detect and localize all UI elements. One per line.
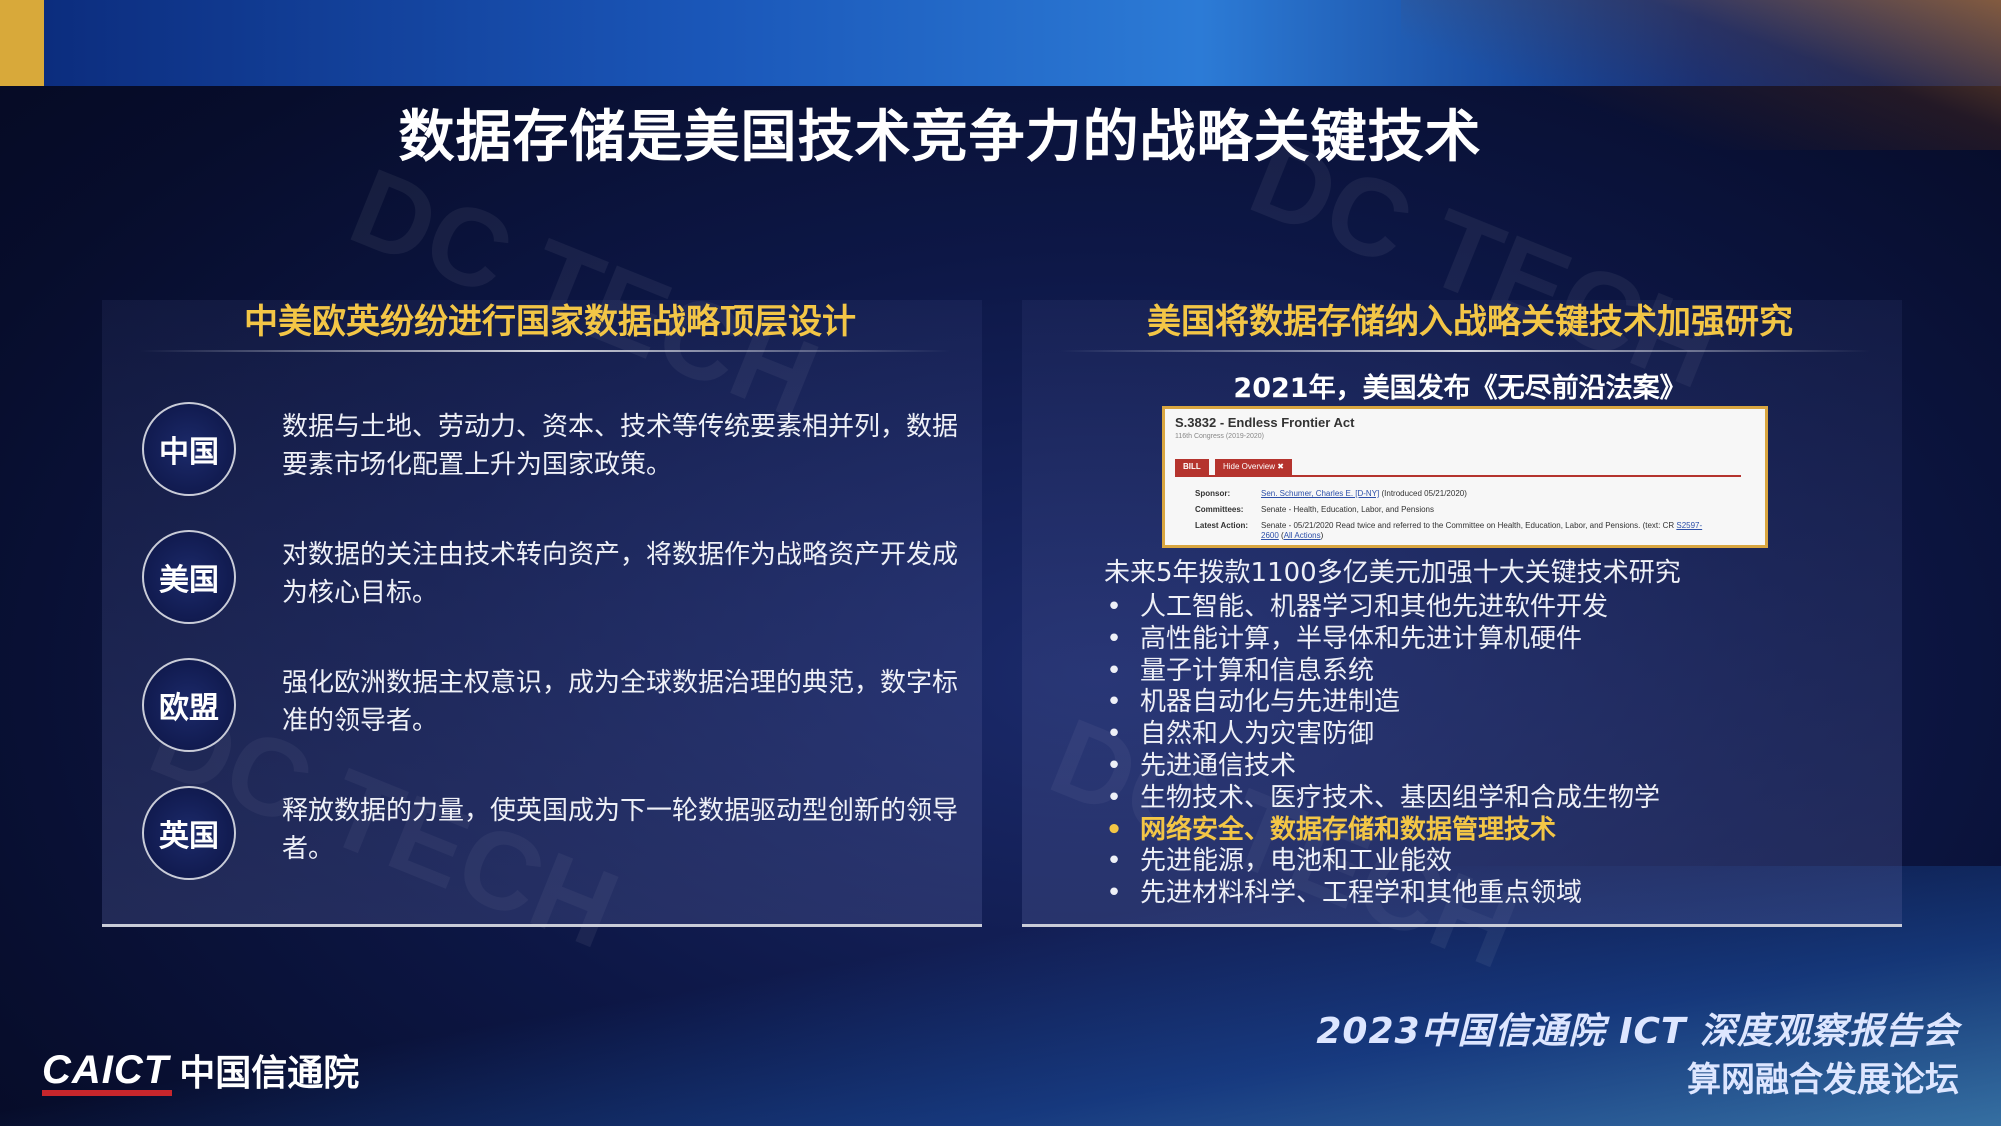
list-item: • 高性能计算，半导体和先进计算机硬件 <box>1104 624 1864 656</box>
event-subtitle: 算网融合发展论坛 <box>1687 1060 1959 1100</box>
bill-sponsor-link[interactable]: Sen. Schumer, Charles E. [D-NY] <box>1261 489 1379 498</box>
bill-title: S.3832 - Endless Frontier Act <box>1175 415 1355 430</box>
bill-sponsor-row: Sponsor: Sen. Schumer, Charles E. [D-NY] … <box>1195 489 1467 498</box>
bill-committees-row: Committees: Senate - Health, Education, L… <box>1195 505 1434 514</box>
logo-cn-text: 中国信通院 <box>179 1053 360 1094</box>
list-item: • 自然和人为灾害防御 <box>1104 719 1864 751</box>
list-item-text: 自然和人为灾害防御 <box>1140 719 1375 750</box>
list-item: • 量子计算和信息系统 <box>1104 656 1864 688</box>
bill-action-label: Latest Action: <box>1195 521 1249 530</box>
list-item: • 机器自动化与先进制造 <box>1104 687 1864 719</box>
list-item-text: 生物技术、医疗技术、基因组学和合成生物学 <box>1140 782 1661 813</box>
list-item-text: 高性能计算，半导体和先进计算机硬件 <box>1140 623 1583 654</box>
bullet-dot: • <box>1106 623 1122 654</box>
bill-sponsor-label: Sponsor: <box>1195 489 1231 498</box>
country-badge: 欧盟 <box>142 658 236 752</box>
list-item-highlighted: • 网络安全、数据存储和数据管理技术 <box>1104 815 1864 847</box>
country-description: 强化欧洲数据主权意识，成为全球数据治理的典范，数字标准的领导者。 <box>282 668 959 736</box>
bullet-dot: • <box>1105 814 1123 845</box>
bullet-dot: • <box>1106 719 1122 750</box>
country-badge: 中国 <box>142 402 236 496</box>
country-description: 对数据的关注由技术转向资产，将数据作为战略资产开发成为核心目标。 <box>282 540 959 608</box>
list-item-text: 量子计算和信息系统 <box>1140 655 1375 686</box>
list-item-text: 先进通信技术 <box>1140 750 1297 781</box>
bill-congress: 116th Congress (2019-2020) <box>1175 433 1264 440</box>
country-item-china: 中国 数据与土地、劳动力、资本、技术等传统要素相并列，数据要素市场化配置上升为国… <box>142 402 1022 512</box>
country-badge: 美国 <box>142 530 236 624</box>
hide-overview-tab[interactable]: Hide Overview ✖ <box>1215 459 1292 475</box>
key-technology-list: • 人工智能、机器学习和其他先进软件开发 • 高性能计算，半导体和先进计算机硬件 •… <box>1104 592 1864 910</box>
list-item-text: 机器自动化与先进制造 <box>1140 687 1401 718</box>
country-description: 数据与土地、劳动力、资本、技术等传统要素相并列，数据要素市场化配置上升为国家政策… <box>282 412 959 480</box>
bullet-dot: • <box>1106 878 1122 909</box>
bill-action-row: Latest Action: Senate - 05/21/2020 Read t… <box>1195 521 1735 530</box>
bullet-dot: • <box>1106 750 1122 781</box>
list-item-text: 先进能源，电池和工业能效 <box>1140 846 1453 877</box>
bullet-dot: • <box>1106 846 1122 877</box>
list-item: • 生物技术、医疗技术、基因组学和合成生物学 <box>1104 783 1864 815</box>
bullet-dot: • <box>1106 782 1122 813</box>
caict-logo: CAICT 中国信通院 <box>42 1044 359 1096</box>
list-item: • 人工智能、机器学习和其他先进软件开发 <box>1104 592 1864 624</box>
all-actions-link[interactable]: All Actions <box>1284 531 1321 540</box>
bill-action-value: Senate - 05/21/2020 Read twice and refer… <box>1261 521 1677 530</box>
left-section-divider <box>140 350 950 352</box>
bill-caption: 2021年，美国发布《无尽前沿法案》 <box>1233 373 1687 404</box>
funding-intro: 未来5年拨款1100多亿美元加强十大关键技术研究 <box>1104 558 1681 588</box>
bill-action-link[interactable]: 2600 <box>1261 531 1279 540</box>
bill-committees-label: Committees: <box>1195 505 1244 514</box>
country-description: 释放数据的力量，使英国成为下一轮数据驱动型创新的领导者。 <box>282 796 959 864</box>
bill-tab-bar: BILL Hide Overview ✖ <box>1175 459 1741 477</box>
bullet-dot: • <box>1106 655 1122 686</box>
country-item-eu: 欧盟 强化欧洲数据主权意识，成为全球数据治理的典范，数字标准的领导者。 <box>142 658 1022 768</box>
list-item-text: 人工智能、机器学习和其他先进软件开发 <box>1140 592 1609 622</box>
list-item: • 先进材料科学、工程学和其他重点领域 <box>1104 878 1864 910</box>
country-item-uk: 英国 释放数据的力量，使英国成为下一轮数据驱动型创新的领导者。 <box>142 786 1022 896</box>
bullet-dot: • <box>1106 687 1122 718</box>
right-section-divider <box>1060 350 1870 352</box>
event-title: 2023中国信通院 ICT 深度观察报告会 <box>1316 1011 1959 1052</box>
logo-en-text: CAICT <box>42 1047 170 1092</box>
bill-screenshot: S.3832 - Endless Frontier Act 116th Cong… <box>1162 406 1768 548</box>
bill-action-row-2: 2600 (All Actions) <box>1261 531 1324 540</box>
bill-sponsor-date: (Introduced 05/21/2020) <box>1379 489 1467 498</box>
list-item-text: 网络安全、数据存储和数据管理技术 <box>1140 814 1557 845</box>
page-title: 数据存储是美国技术竞争力的战略关键技术 <box>398 105 1482 170</box>
right-section-title: 美国将数据存储纳入战略关键技术加强研究 <box>1147 302 1793 342</box>
left-section-title: 中美欧英纷纷进行国家数据战略顶层设计 <box>244 302 856 342</box>
country-item-usa: 美国 对数据的关注由技术转向资产，将数据作为战略资产开发成为核心目标。 <box>142 530 1022 640</box>
country-badge: 英国 <box>142 786 236 880</box>
list-item-text: 先进材料科学、工程学和其他重点领域 <box>1140 878 1583 909</box>
top-band-accent <box>0 0 44 86</box>
bill-action-link[interactable]: S2597- <box>1676 521 1702 530</box>
list-item: • 先进能源，电池和工业能效 <box>1104 846 1864 878</box>
logo-red-bar <box>42 1090 172 1096</box>
bill-committees-value: Senate - Health, Education, Labor, and P… <box>1261 505 1435 514</box>
bullet-dot: • <box>1106 592 1122 622</box>
list-item: • 先进通信技术 <box>1104 751 1864 783</box>
bill-tab[interactable]: BILL <box>1175 459 1209 475</box>
